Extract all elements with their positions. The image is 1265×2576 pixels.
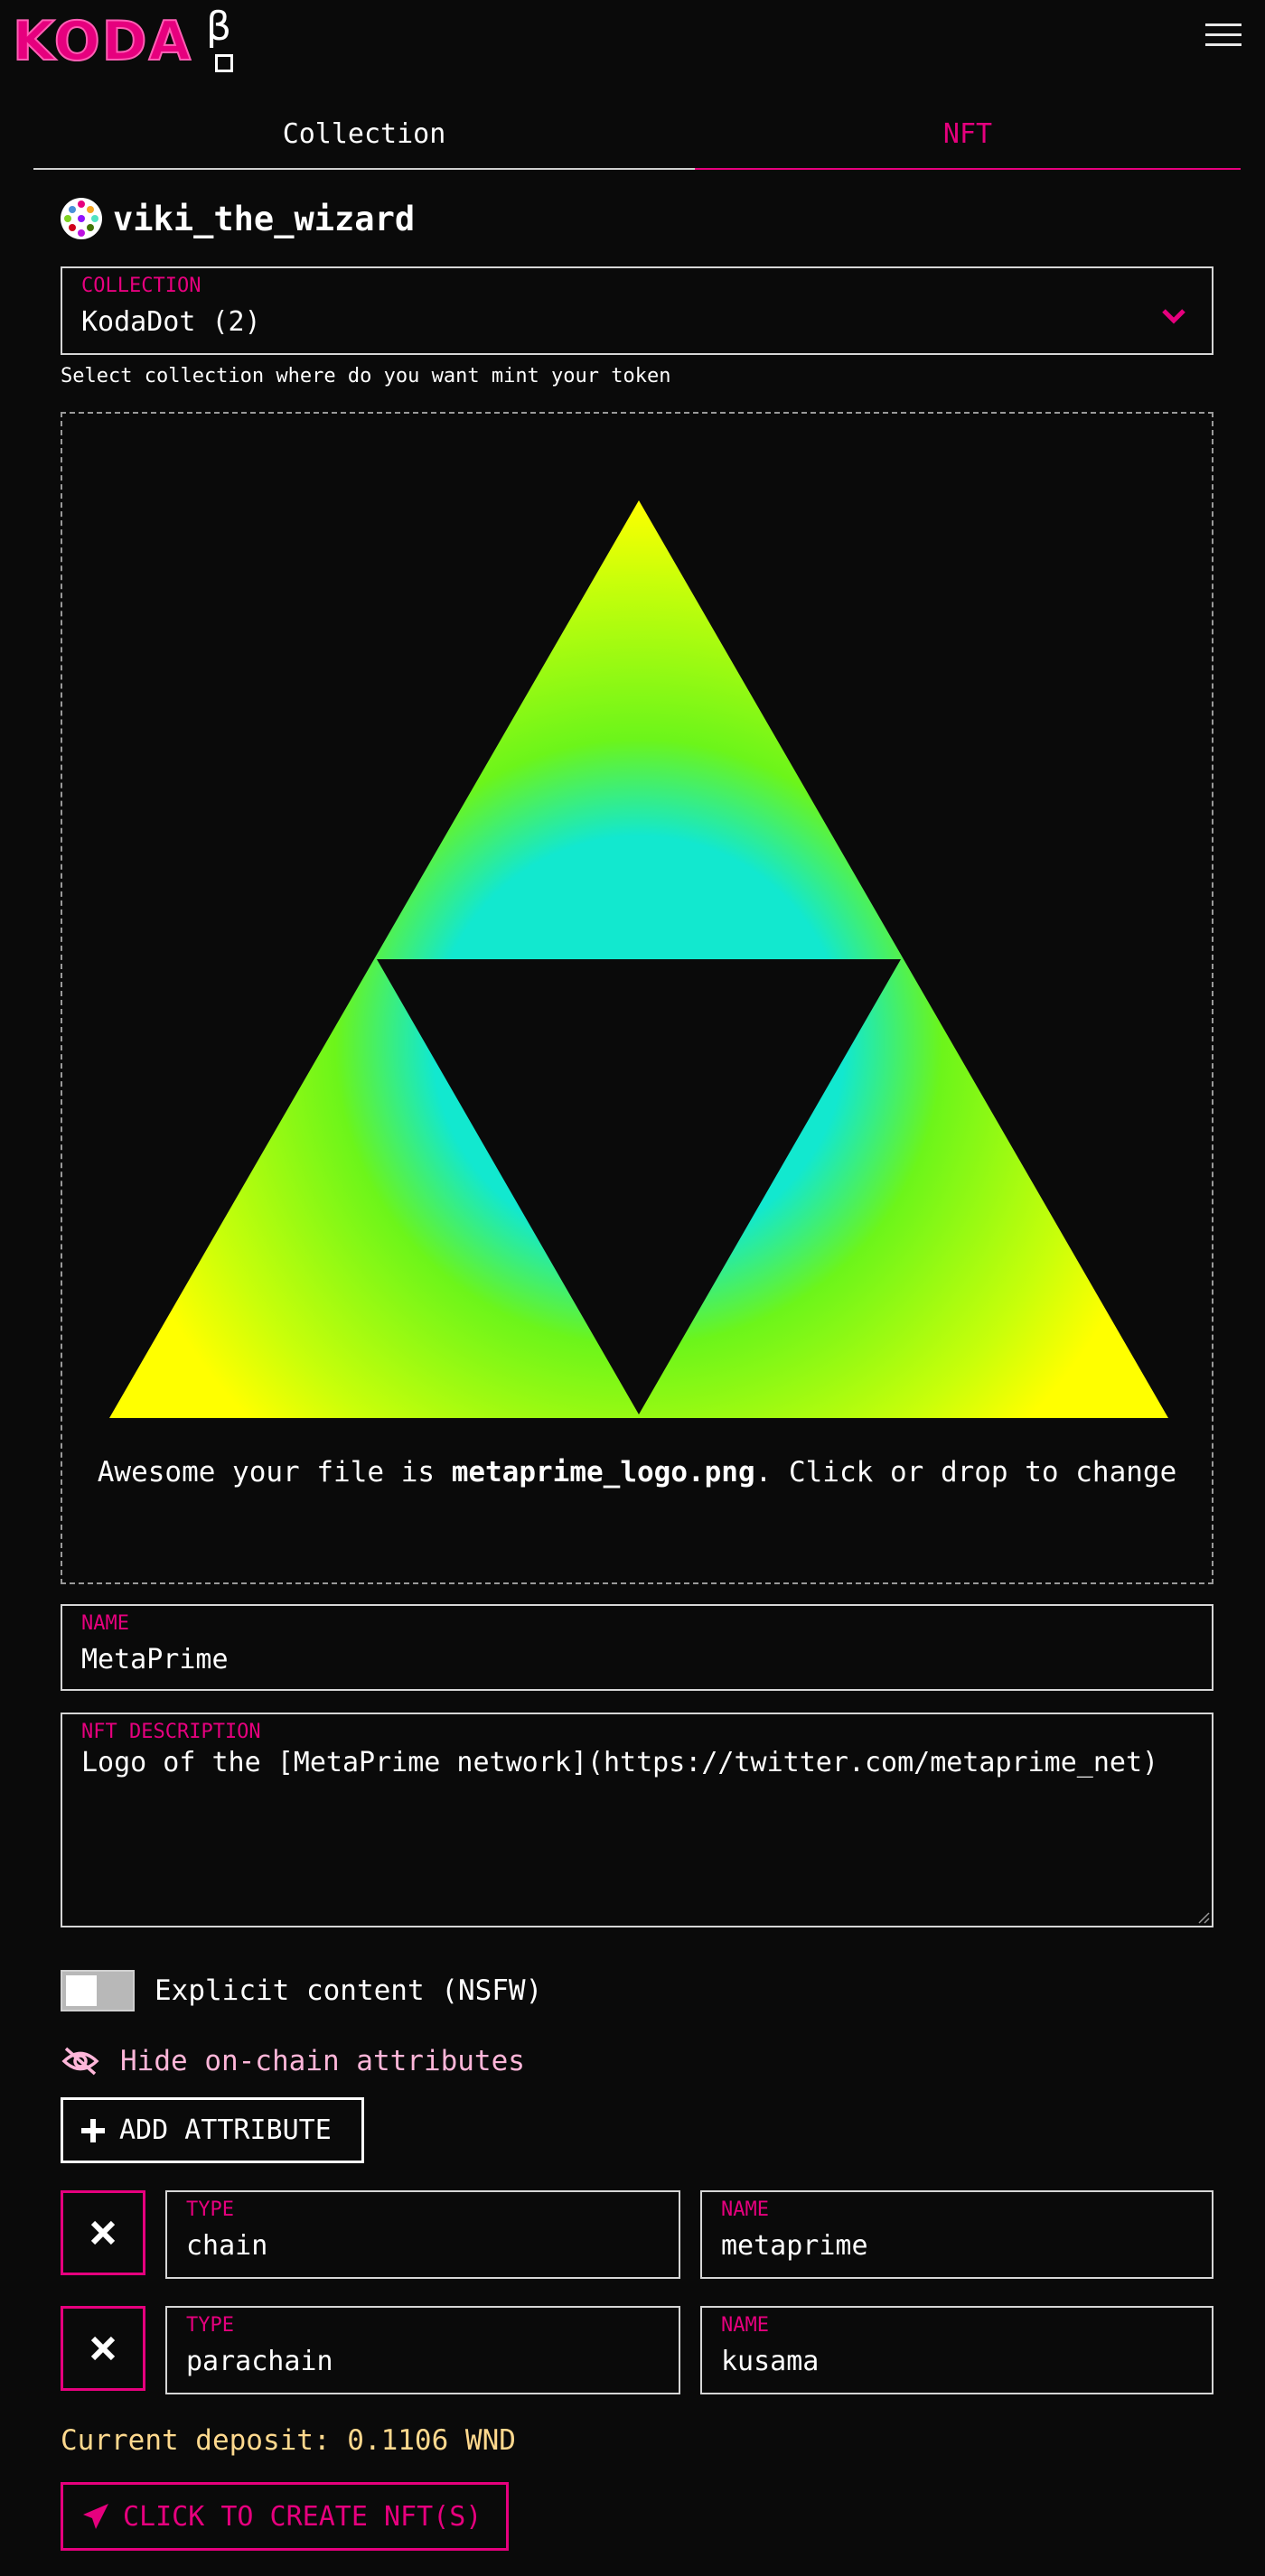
remove-attribute-button[interactable] — [61, 2190, 145, 2275]
close-icon — [90, 2336, 116, 2361]
create-nft-button[interactable]: CLICK TO CREATE NFT(S) — [61, 2482, 509, 2551]
nft-preview-image — [109, 500, 1168, 1418]
plus-icon — [81, 2118, 105, 2142]
attribute-name-value: kusama — [721, 2346, 820, 2377]
hide-attributes-label: Hide on-chain attributes — [120, 2045, 525, 2077]
create-nft-label: CLICK TO CREATE NFT(S) — [123, 2500, 483, 2533]
tab-nft[interactable]: NFT — [695, 99, 1241, 170]
nsfw-label: Explicit content (NSFW) — [155, 1974, 543, 2007]
resize-handle-icon[interactable] — [1195, 1909, 1210, 1924]
kodadot-logo[interactable]: KODA β — [12, 4, 233, 73]
logo-square-icon — [215, 54, 233, 72]
attribute-type-value: chain — [186, 2230, 268, 2262]
nsfw-toggle[interactable]: Explicit content (NSFW) — [61, 1969, 542, 2012]
name-field[interactable]: NAME MetaPrime — [61, 1604, 1213, 1691]
nsfw-switch[interactable] — [61, 1970, 135, 2011]
beta-badge: β — [206, 4, 232, 50]
header: KODA β — [0, 0, 1265, 81]
avatar — [61, 198, 102, 239]
chevron-down-icon — [1162, 309, 1185, 324]
mint-tabs: Collection NFT — [33, 99, 1241, 172]
hide-attributes-toggle[interactable]: Hide on-chain attributes — [61, 2041, 525, 2081]
tab-collection[interactable]: Collection — [33, 99, 695, 170]
collection-value: KodaDot (2) — [81, 306, 261, 338]
collection-hint: Select collection where do you want mint… — [61, 365, 671, 387]
attribute-type-value: parachain — [186, 2346, 333, 2377]
logo-text: KODA — [12, 10, 193, 73]
attribute-name-label: NAME — [721, 2198, 769, 2221]
attribute-name-field[interactable]: NAME kusama — [700, 2306, 1213, 2394]
switch-knob — [66, 1975, 97, 2006]
add-attribute-button[interactable]: ADD ATTRIBUTE — [61, 2097, 364, 2163]
attribute-type-field[interactable]: TYPE chain — [165, 2190, 680, 2279]
file-name: metaprime_logo.png — [451, 1456, 755, 1489]
collection-select[interactable]: COLLECTION KodaDot (2) — [61, 266, 1213, 355]
description-label: NFT DESCRIPTION — [81, 1721, 261, 1743]
attribute-type-label: TYPE — [186, 2314, 234, 2337]
attribute-type-field[interactable]: TYPE parachain — [165, 2306, 680, 2394]
account-info: viki_the_wizard — [61, 197, 415, 240]
dropzone-text: Awesome your file is metaprime_logo.png.… — [97, 1456, 1177, 1489]
add-attribute-label: ADD ATTRIBUTE — [119, 2114, 332, 2146]
file-dropzone[interactable]: Awesome your file is metaprime_logo.png.… — [61, 412, 1213, 1584]
description-value: Logo of the [MetaPrime network](https://… — [81, 1747, 1159, 1778]
remove-attribute-button[interactable] — [61, 2306, 145, 2391]
attribute-name-value: metaprime — [721, 2230, 868, 2262]
hamburger-menu-icon[interactable] — [1205, 23, 1242, 52]
close-icon — [90, 2220, 116, 2245]
account-name: viki_the_wizard — [113, 199, 416, 238]
current-deposit: Current deposit: 0.1106 WND — [61, 2424, 516, 2457]
attribute-name-field[interactable]: NAME metaprime — [700, 2190, 1213, 2279]
collection-label: COLLECTION — [81, 275, 201, 297]
name-value: MetaPrime — [81, 1644, 229, 1675]
eye-slash-icon — [61, 2047, 99, 2076]
attribute-name-label: NAME — [721, 2314, 769, 2337]
attribute-type-label: TYPE — [186, 2198, 234, 2221]
description-field[interactable]: NFT DESCRIPTION Logo of the [MetaPrime n… — [61, 1713, 1213, 1927]
name-label: NAME — [81, 1612, 129, 1635]
paper-plane-icon — [83, 2504, 108, 2529]
